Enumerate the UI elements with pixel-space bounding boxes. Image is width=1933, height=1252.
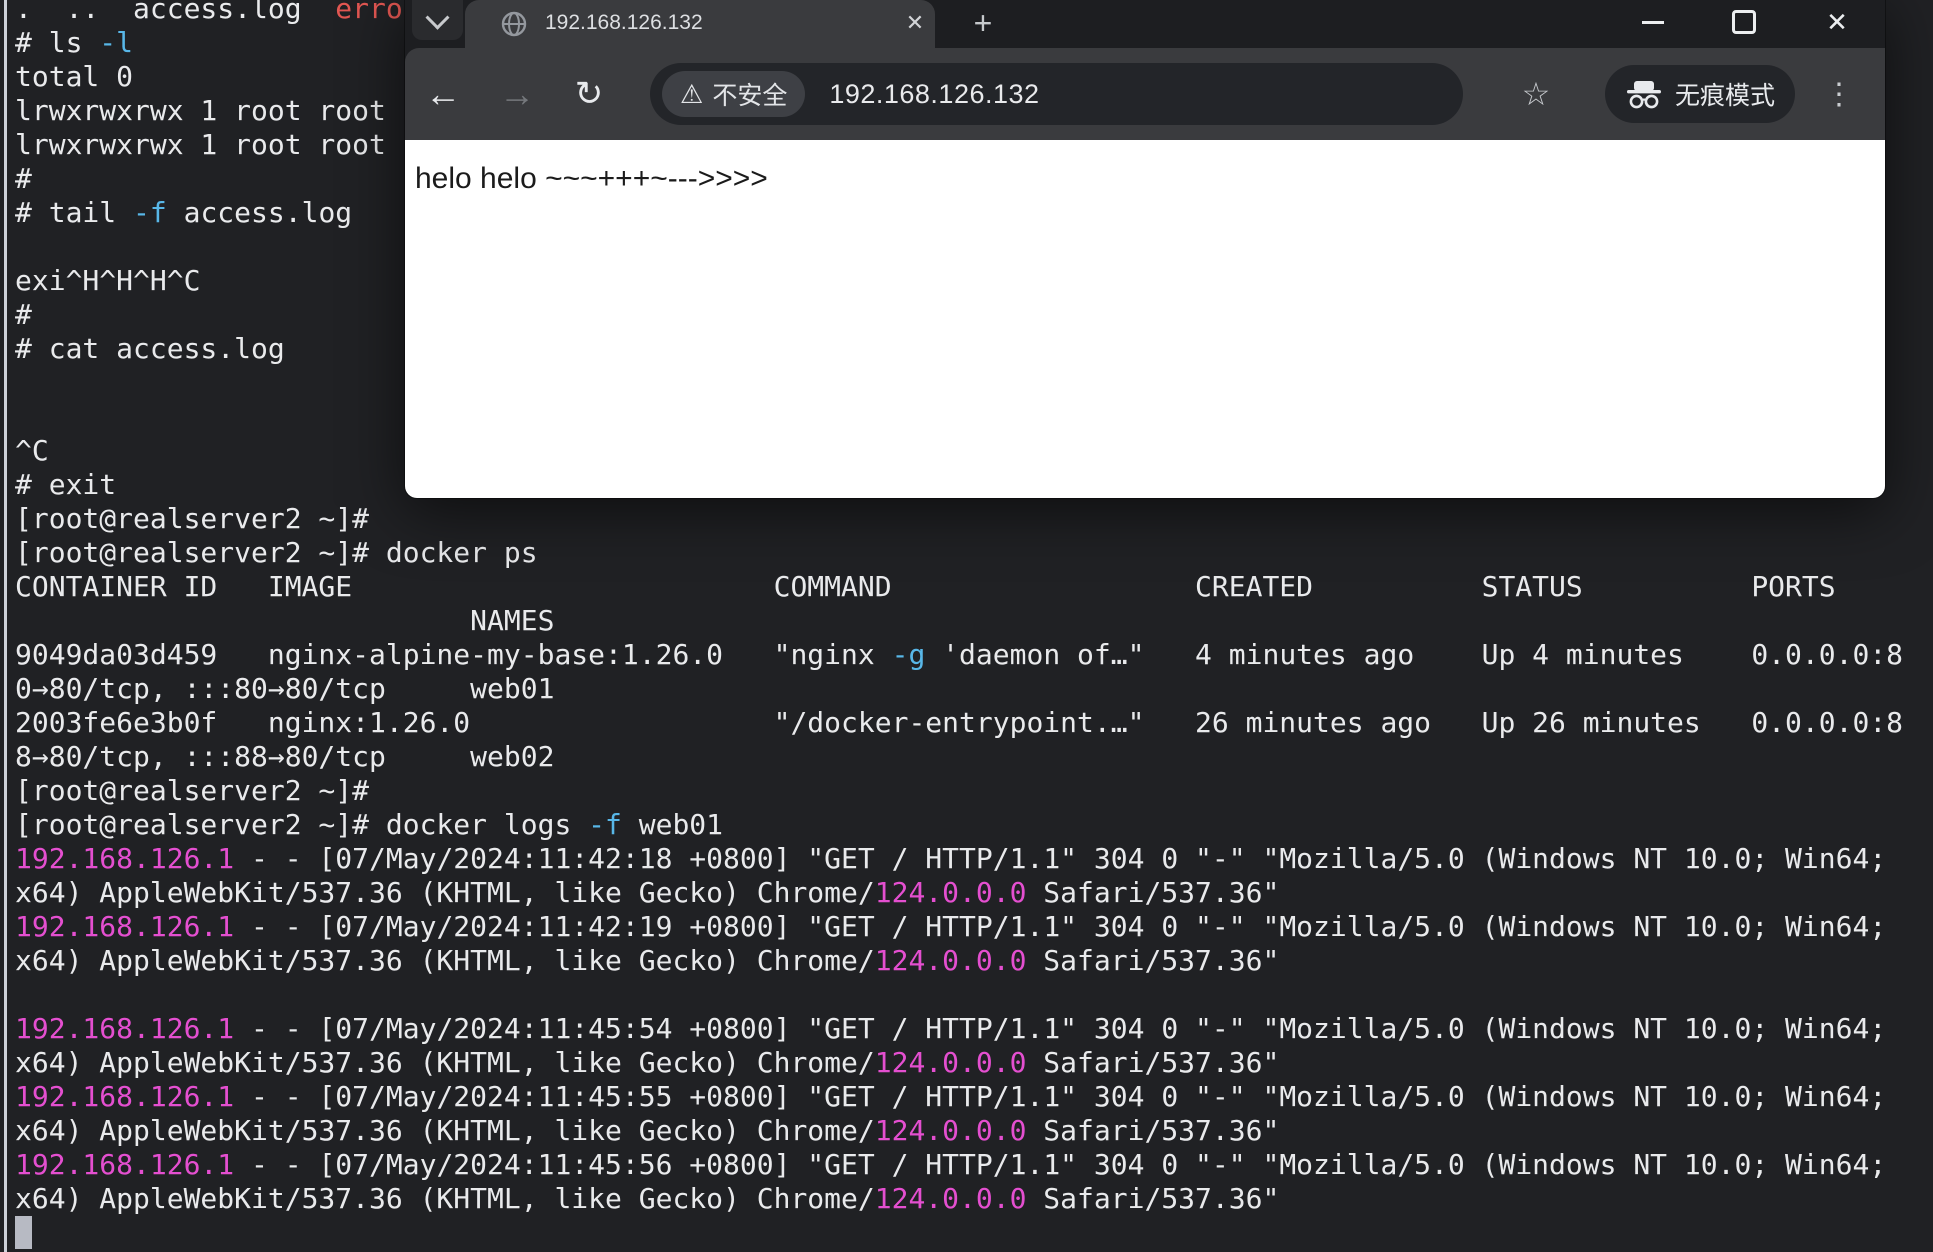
browser-window: 192.168.126.132 ✕ + ✕ ← → ↻ ⚠ 不安全 192.16… (405, 0, 1885, 498)
terminal-line: 192.168.126.1 - - [07/May/2024:11:45:54 … (15, 1012, 1903, 1046)
terminal-line: [root@realserver2 ~]# docker logs -f web… (15, 808, 1903, 842)
new-tab-button[interactable]: + (963, 4, 1003, 44)
terminal-line: 2003fe6e3b0f nginx:1.26.0 "/docker-entry… (15, 706, 1903, 740)
tab-search-button[interactable] (412, 0, 463, 40)
terminal-line: 192.168.126.1 - - [07/May/2024:11:42:18 … (15, 842, 1903, 876)
tab-title: 192.168.126.132 (545, 0, 703, 46)
url-text[interactable]: 192.168.126.132 (829, 79, 1039, 110)
window-close-button[interactable]: ✕ (1814, 0, 1860, 44)
terminal-line: [root@realserver2 ~]# (15, 502, 1903, 536)
incognito-badge: 无痕模式 (1605, 65, 1795, 123)
terminal-line: x64) AppleWebKit/537.36 (KHTML, like Gec… (15, 1046, 1903, 1080)
page-body-text: helo helo ~~~+++~--->>>> (405, 140, 1885, 196)
terminal-line: NAMES (15, 604, 1903, 638)
browser-menu-icon[interactable]: ⋮ (1819, 48, 1859, 140)
terminal-line: 0→80/tcp, :::80→80/tcp web01 (15, 672, 1903, 706)
terminal-line: x64) AppleWebKit/537.36 (KHTML, like Gec… (15, 944, 1903, 978)
terminal-line (15, 978, 1903, 1012)
bookmark-star-icon[interactable]: ☆ (1511, 48, 1561, 140)
window-minimize-button[interactable] (1630, 0, 1676, 44)
browser-toolbar: ← → ↻ ⚠ 不安全 192.168.126.132 ☆ 无痕模式 ⋮ (405, 48, 1885, 140)
tab-active[interactable]: 192.168.126.132 ✕ (465, 0, 935, 48)
site-security-chip[interactable]: ⚠ 不安全 (662, 71, 805, 117)
address-bar[interactable]: ⚠ 不安全 192.168.126.132 (650, 63, 1463, 125)
incognito-spy-icon (1625, 79, 1663, 109)
terminal-line: x64) AppleWebKit/537.36 (KHTML, like Gec… (15, 1182, 1903, 1216)
terminal-line: 192.168.126.1 - - [07/May/2024:11:42:19 … (15, 910, 1903, 944)
warning-icon: ⚠ (680, 79, 703, 110)
terminal-line: 192.168.126.1 - - [07/May/2024:11:45:55 … (15, 1080, 1903, 1114)
incognito-label: 无痕模式 (1675, 76, 1775, 112)
chevron-down-icon (425, 5, 449, 29)
browser-viewport: helo helo ~~~+++~--->>>> (405, 140, 1885, 498)
tab-close-icon[interactable]: ✕ (895, 0, 935, 46)
terminal-window-border (4, 0, 7, 1252)
tab-strip: 192.168.126.132 ✕ + ✕ (405, 0, 1885, 48)
terminal-line: CONTAINER ID IMAGE COMMAND CREATED STATU… (15, 570, 1903, 604)
terminal-line: x64) AppleWebKit/537.36 (KHTML, like Gec… (15, 876, 1903, 910)
security-chip-label: 不安全 (712, 76, 787, 112)
terminal-line: 8→80/tcp, :::88→80/tcp web02 (15, 740, 1903, 774)
terminal-line: x64) AppleWebKit/537.36 (KHTML, like Gec… (15, 1114, 1903, 1148)
terminal-line: 9049da03d459 nginx-alpine-my-base:1.26.0… (15, 638, 1903, 672)
minimize-icon (1642, 21, 1664, 24)
forward-button[interactable]: → (489, 48, 545, 140)
maximize-icon (1732, 10, 1756, 34)
reload-button[interactable]: ↻ (561, 48, 617, 140)
terminal-line: [root@realserver2 ~]# docker ps (15, 536, 1903, 570)
terminal-line (15, 1216, 1903, 1250)
window-maximize-button[interactable] (1721, 0, 1767, 44)
terminal-line: 192.168.126.1 - - [07/May/2024:11:45:56 … (15, 1148, 1903, 1182)
terminal-line: [root@realserver2 ~]# (15, 774, 1903, 808)
back-button[interactable]: ← (415, 48, 471, 140)
globe-icon (501, 11, 527, 37)
